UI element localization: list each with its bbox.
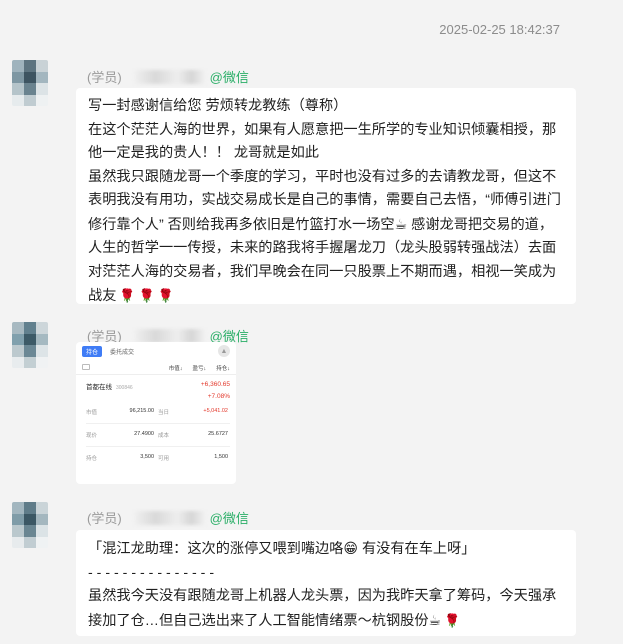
source-tag: @微信 xyxy=(209,70,249,85)
avatar[interactable] xyxy=(12,502,48,548)
value-available: 1,500 xyxy=(214,454,228,460)
quote-divider: - - - - - - - - - - - - - - - xyxy=(88,564,215,581)
role-tag: (学员) xyxy=(87,511,122,526)
stock-code: 300846 xyxy=(116,385,133,391)
label-price: 现价 xyxy=(86,433,98,439)
tab-holdings: 持仓 xyxy=(82,345,103,357)
tab-orders: 委托成交 xyxy=(110,349,135,356)
role-tag: (学员) xyxy=(87,70,122,85)
stock-profit: +6,360.65 xyxy=(200,381,230,388)
card-header: 市值↓ 盈亏↓ 持仓↓ xyxy=(76,360,236,375)
stock-card-image[interactable]: 持仓 委托成交 ▲ 市值↓ 盈亏↓ 持仓↓ 首都在线 300846 +6,360.… xyxy=(76,342,236,484)
rose-emoji: 🌹 xyxy=(138,288,155,303)
timestamp: 2025-02-25 18:42:37 xyxy=(439,22,560,37)
sender-line: (学员) @微信 xyxy=(87,508,249,527)
value-market-value: 96,215.00 xyxy=(129,408,154,414)
coffee-emoji: ☕ xyxy=(428,611,442,628)
bell-icon: ▲ xyxy=(218,345,230,357)
header-pnl: 盈亏↓ xyxy=(192,366,207,372)
avatar[interactable] xyxy=(12,60,48,106)
stock-summary: 首都在线 300846 +6,360.65 +7.08% xyxy=(76,375,236,402)
blurred-name xyxy=(133,69,206,84)
grin-emoji: 😁 xyxy=(343,540,358,556)
label-cost: 成本 xyxy=(158,433,170,439)
stock-name: 首都在线 xyxy=(86,384,112,391)
message-bubble[interactable]: 写一封感谢信给您 劳烦转龙教练（尊称） 在这个茫茫人海的世界，如果有人愿意把一生… xyxy=(76,88,576,304)
label-market-value: 市值 xyxy=(86,410,98,416)
coffee-emoji: ☕ xyxy=(394,215,408,232)
filter-icon xyxy=(82,364,90,370)
sender-line: (学员) @微信 xyxy=(87,67,249,86)
header-position: 持仓↓ xyxy=(216,366,230,372)
stock-profit-pct: +7.08% xyxy=(207,393,230,400)
rose-emoji: 🌹 xyxy=(444,612,461,628)
source-tag: @微信 xyxy=(209,511,249,526)
blurred-name xyxy=(133,328,206,343)
label-holding: 持仓 xyxy=(86,456,98,462)
stock-grid: 市值 96,215.00 当日 +5,041.02 现价 27.4900 成本 … xyxy=(76,402,236,462)
message-line: 写一封感谢信给您 劳烦转龙教练（尊称） xyxy=(88,98,348,114)
label-today: 当日 xyxy=(158,410,170,416)
quoted-message: 「混江龙助理：这次的涨停又喂到嘴边咯😁 有没有在车上呀」 xyxy=(88,540,476,557)
message-line: 在这个茫茫人海的世界，如果有人愿意把一生所学的专业知识倾囊相授，那他一定是我的贵… xyxy=(88,121,557,162)
reply-text: 虽然我今天没有跟随龙哥上机器人龙头票，因为我昨天拿了筹码，今天强承接加了仓…但自… xyxy=(88,588,557,629)
value-price: 27.4900 xyxy=(134,431,154,437)
header-market-value: 市值↓ xyxy=(168,366,183,372)
blurred-name xyxy=(133,510,206,525)
rose-emoji: 🌹 xyxy=(119,288,136,303)
value-holding: 3,500 xyxy=(140,454,154,460)
label-available: 可用 xyxy=(158,456,170,462)
value-today: +5,041.02 xyxy=(203,408,228,414)
card-tabs: 持仓 委托成交 ▲ xyxy=(76,342,236,360)
rose-emoji: 🌹 xyxy=(157,288,174,303)
value-cost: 25.6727 xyxy=(208,431,228,437)
message-bubble[interactable]: 「混江龙助理：这次的涨停又喂到嘴边咯😁 有没有在车上呀」 - - - - - -… xyxy=(76,530,576,636)
avatar[interactable] xyxy=(12,322,48,368)
message-line: 虽然我只跟随龙哥一个季度的学习，平时也没有过多的去请教龙哥，但这不表明我没有用功… xyxy=(88,168,561,305)
